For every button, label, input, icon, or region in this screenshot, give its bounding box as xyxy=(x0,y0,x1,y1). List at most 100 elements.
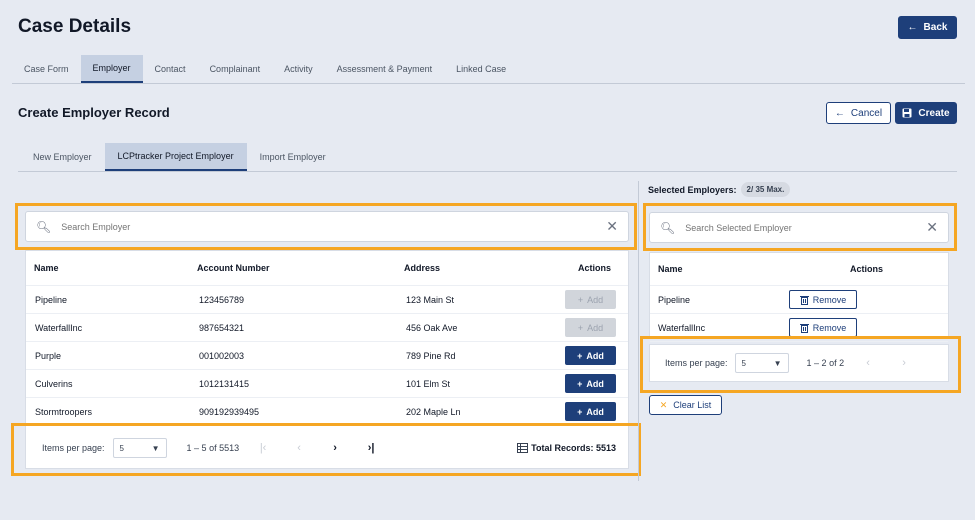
remove-label: Remove xyxy=(812,294,847,305)
back-label: Back xyxy=(923,22,948,33)
selected-employer-name: Pipeline xyxy=(658,294,691,305)
arrow-left-icon: ← xyxy=(834,107,845,119)
add-button[interactable]: + Add xyxy=(565,346,616,365)
add-button[interactable]: + Add xyxy=(565,290,616,309)
col-actions: Actions xyxy=(578,263,612,273)
table-row: Stormtroopers 909192939495 202 Maple Ln + Ad… xyxy=(26,398,628,426)
add-button[interactable]: + Add xyxy=(565,374,616,393)
selected-table-header: Name Actions xyxy=(650,253,948,286)
col-actions: Actions xyxy=(850,264,884,274)
caret-down-icon: ▼ xyxy=(151,443,160,453)
trash-icon xyxy=(799,295,809,305)
close-icon[interactable]: ✕ xyxy=(926,219,938,236)
tab-complainant[interactable]: Complainant xyxy=(198,55,273,83)
add-label: Add xyxy=(587,294,604,305)
add-label: Add xyxy=(587,322,604,333)
save-icon xyxy=(902,108,912,118)
page-size-value: 5 xyxy=(119,443,124,453)
tab-assessment-payment[interactable]: Assessment & Payment xyxy=(325,55,445,83)
selected-search-box[interactable]: 🔍︎ ✕ xyxy=(649,212,949,243)
tab-linked-case[interactable]: Linked Case xyxy=(444,55,518,83)
plus-icon: + xyxy=(577,294,584,305)
first-page-icon[interactable]: |‹ xyxy=(255,442,271,454)
tab-employer[interactable]: Employer xyxy=(80,55,143,83)
employer-address: 202 Maple Ln xyxy=(406,406,461,417)
plus-icon: + xyxy=(577,350,583,361)
page-size-value: 5 xyxy=(741,358,746,368)
selected-row: Pipeline Remove xyxy=(650,286,948,314)
subtabs-divider xyxy=(18,171,957,172)
employer-name: Culverins xyxy=(35,378,73,389)
prev-page-icon[interactable]: ‹ xyxy=(291,442,307,454)
page-title: Case Details xyxy=(18,16,132,37)
add-label: Add xyxy=(586,406,604,417)
employer-account: 909192939495 xyxy=(199,406,260,417)
col-name: Name xyxy=(658,264,683,274)
table-row: Culverins 1012131415 101 Elm St + Add xyxy=(26,370,628,398)
selected-employer-name: WaterfallInc xyxy=(658,322,706,333)
table-row: Pipeline 123456789 123 Main St + Add xyxy=(26,286,628,314)
add-button[interactable]: + Add xyxy=(565,402,616,421)
items-per-page-label: Items per page: xyxy=(665,358,728,368)
selected-search-input[interactable] xyxy=(685,222,917,233)
caret-down-icon: ▼ xyxy=(773,358,782,368)
selected-table: Name Actions Pipeline Remove WaterfallInc R… xyxy=(649,252,949,342)
table-header: Name Account Number Address Actions xyxy=(26,251,628,286)
add-label: Add xyxy=(586,350,604,361)
page-size-select[interactable]: 5 ▼ xyxy=(112,438,167,458)
prev-page-icon[interactable]: ‹ xyxy=(860,357,876,369)
employer-name: Stormtroopers xyxy=(35,406,93,417)
tab-contact[interactable]: Contact xyxy=(143,55,198,83)
back-button[interactable]: ← Back xyxy=(898,16,957,39)
employer-address: 101 Elm St xyxy=(406,378,451,389)
add-label: Add xyxy=(586,378,604,389)
col-account: Account Number xyxy=(197,263,270,273)
col-name: Name xyxy=(34,263,59,273)
tab-activity[interactable]: Activity xyxy=(272,55,325,83)
close-icon[interactable]: ✕ xyxy=(606,218,618,235)
col-address: Address xyxy=(404,263,441,273)
next-page-icon[interactable]: › xyxy=(896,357,912,369)
employer-name: Pipeline xyxy=(35,294,68,305)
clear-icon: ✕ xyxy=(659,399,668,410)
employer-account: 001002003 xyxy=(199,350,245,361)
employer-account: 123456789 xyxy=(199,294,245,305)
page-range: 1 – 2 of 2 xyxy=(806,358,845,368)
remove-button[interactable]: Remove xyxy=(789,290,857,309)
selected-header: Selected Employers: 2/ 35 Max. xyxy=(648,182,791,197)
selected-page-size-select[interactable]: 5 ▼ xyxy=(734,353,789,373)
search-icon: 🔍︎ xyxy=(660,220,676,235)
plus-icon: + xyxy=(577,406,583,417)
add-button[interactable]: + Add xyxy=(565,318,616,337)
sub-tabs: New Employer LCPtracker Project Employer… xyxy=(20,143,339,171)
employer-account: 1012131415 xyxy=(199,378,250,389)
tab-case-form[interactable]: Case Form xyxy=(12,55,81,83)
plus-icon: + xyxy=(577,322,584,333)
employer-account: 987654321 xyxy=(199,322,245,333)
tab-lcptracker-project-employer[interactable]: LCPtracker Project Employer xyxy=(104,143,247,171)
last-page-icon[interactable]: ›| xyxy=(363,442,379,454)
plus-icon: + xyxy=(577,378,583,389)
selected-count-badge: 2/ 35 Max. xyxy=(740,182,791,197)
total-records-label: Total Records: 5513 xyxy=(531,443,616,453)
employer-search-box[interactable]: 🔍︎ ✕ xyxy=(25,211,629,242)
clear-list-button[interactable]: ✕ Clear List xyxy=(649,395,722,415)
tab-new-employer[interactable]: New Employer xyxy=(20,143,105,171)
table-icon xyxy=(517,443,529,453)
employer-address: 123 Main St xyxy=(406,294,455,305)
remove-button[interactable]: Remove xyxy=(789,318,857,337)
next-page-icon[interactable]: › xyxy=(327,442,343,454)
section-title: Create Employer Record xyxy=(18,105,170,120)
cancel-button[interactable]: ← Cancel xyxy=(826,102,891,124)
employer-address: 456 Oak Ave xyxy=(406,322,458,333)
main-tabs: Case Form Employer Contact Complainant A… xyxy=(12,55,518,83)
create-button[interactable]: Create xyxy=(895,102,957,124)
employer-pager: Items per page: 5 ▼ 1 – 5 of 5513 |‹ ‹ ›… xyxy=(26,430,628,466)
create-label: Create xyxy=(918,107,950,119)
tab-import-employer[interactable]: Import Employer xyxy=(247,143,339,171)
trash-icon xyxy=(799,323,809,333)
table-row: WaterfallInc 987654321 456 Oak Ave + Add xyxy=(26,314,628,342)
employer-search-input[interactable] xyxy=(61,221,597,232)
page-range: 1 – 5 of 5513 xyxy=(186,443,240,453)
clear-list-label: Clear List xyxy=(673,400,712,410)
